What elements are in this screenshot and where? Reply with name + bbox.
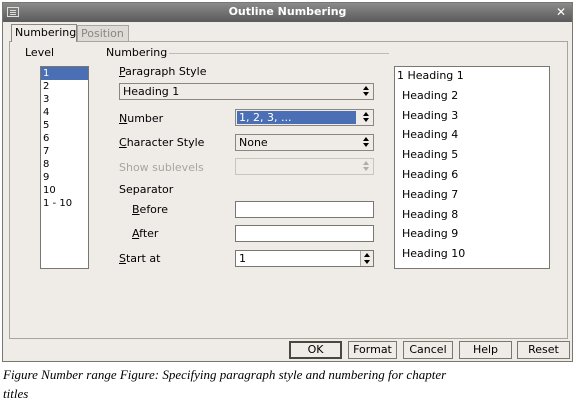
after-label: After bbox=[132, 227, 159, 240]
start-at-spinner[interactable]: 1 bbox=[235, 250, 374, 267]
numbering-separator-line bbox=[169, 53, 389, 54]
preview-heading: Heading 9 bbox=[402, 227, 459, 241]
cancel-button[interactable]: Cancel bbox=[403, 341, 453, 359]
ok-button[interactable]: OK bbox=[289, 341, 342, 359]
level-list[interactable]: 1 2 3 4 5 6 7 8 9 10 1 - 10 bbox=[40, 66, 89, 269]
show-sublevels-arrows-icon bbox=[361, 160, 371, 173]
level-item[interactable]: 8 bbox=[41, 158, 88, 171]
spin-arrows-icon[interactable] bbox=[360, 251, 373, 266]
format-button[interactable]: Format bbox=[348, 341, 397, 359]
number-label: Number bbox=[119, 112, 164, 125]
preview-heading: 1 Heading 1 bbox=[397, 69, 464, 82]
numbering-header: Numbering bbox=[106, 46, 168, 59]
character-style-arrows-icon bbox=[361, 136, 371, 149]
level-item[interactable]: 6 bbox=[41, 132, 88, 145]
paragraph-style-value: Heading 1 bbox=[123, 85, 180, 98]
level-item[interactable]: 2 bbox=[41, 80, 88, 93]
separator-label: Separator bbox=[119, 183, 174, 196]
number-value: 1, 2, 3, ... bbox=[237, 111, 356, 124]
tab-numbering[interactable]: Numbering bbox=[11, 24, 77, 42]
preview-heading: Heading 2 bbox=[402, 88, 459, 102]
level-item[interactable]: 3 bbox=[41, 93, 88, 106]
preview-heading: Heading 4 bbox=[402, 128, 459, 142]
level-header: Level bbox=[25, 46, 55, 59]
after-input[interactable] bbox=[235, 225, 374, 242]
level-item[interactable]: 7 bbox=[41, 145, 88, 158]
preview-pane: 1 Heading 1 Heading 2 Heading 3 Heading 4 He… bbox=[394, 66, 550, 269]
character-style-label: Character Style bbox=[119, 136, 205, 149]
level-item[interactable]: 1 bbox=[41, 67, 88, 80]
title-bar[interactable]: Outline Numbering ✕ bbox=[3, 3, 572, 22]
preview-heading: Heading 6 bbox=[402, 168, 459, 181]
paragraph-style-label-rest: aragraph Style bbox=[125, 65, 207, 78]
help-button[interactable]: Help bbox=[459, 341, 512, 359]
paragraph-style-arrows-icon bbox=[361, 85, 371, 98]
level-item[interactable]: 4 bbox=[41, 106, 88, 119]
show-sublevels-label: Show sublevels bbox=[119, 161, 204, 174]
number-select[interactable]: 1, 2, 3, ... bbox=[235, 109, 374, 126]
number-arrows-icon bbox=[361, 111, 371, 124]
start-at-label: Start at bbox=[119, 252, 161, 265]
character-style-value: None bbox=[239, 136, 268, 149]
reset-button[interactable]: Reset bbox=[517, 341, 570, 359]
figure-caption-line2: titles bbox=[3, 386, 29, 401]
level-item[interactable]: 9 bbox=[41, 171, 88, 184]
preview-heading: Heading 7 bbox=[402, 187, 459, 201]
level-item[interactable]: 5 bbox=[41, 119, 88, 132]
show-sublevels-spin bbox=[235, 158, 374, 175]
level-item[interactable]: 10 bbox=[41, 184, 88, 197]
outline-numbering-dialog: Outline Numbering ✕ Numbering Position L… bbox=[2, 2, 573, 362]
start-at-value: 1 bbox=[239, 252, 246, 265]
preview-heading: Heading 3 bbox=[402, 108, 459, 122]
before-input[interactable] bbox=[235, 201, 374, 218]
window-title: Outline Numbering bbox=[228, 5, 347, 18]
paragraph-style-select[interactable]: Heading 1 bbox=[119, 83, 374, 100]
preview-heading: Heading 8 bbox=[402, 207, 459, 221]
tab-position[interactable]: Position bbox=[77, 25, 129, 41]
close-icon[interactable]: ✕ bbox=[554, 5, 568, 19]
figure-caption-line1: Figure Number range Figure: Specifying p… bbox=[3, 367, 447, 382]
level-item[interactable]: 1 - 10 bbox=[41, 197, 88, 210]
before-label: Before bbox=[132, 203, 168, 216]
character-style-select[interactable]: None bbox=[235, 134, 374, 151]
preview-heading: Heading 5 bbox=[402, 148, 459, 162]
paragraph-style-label: Paragraph Style bbox=[119, 65, 207, 78]
preview-heading: Heading 10 bbox=[402, 247, 466, 261]
